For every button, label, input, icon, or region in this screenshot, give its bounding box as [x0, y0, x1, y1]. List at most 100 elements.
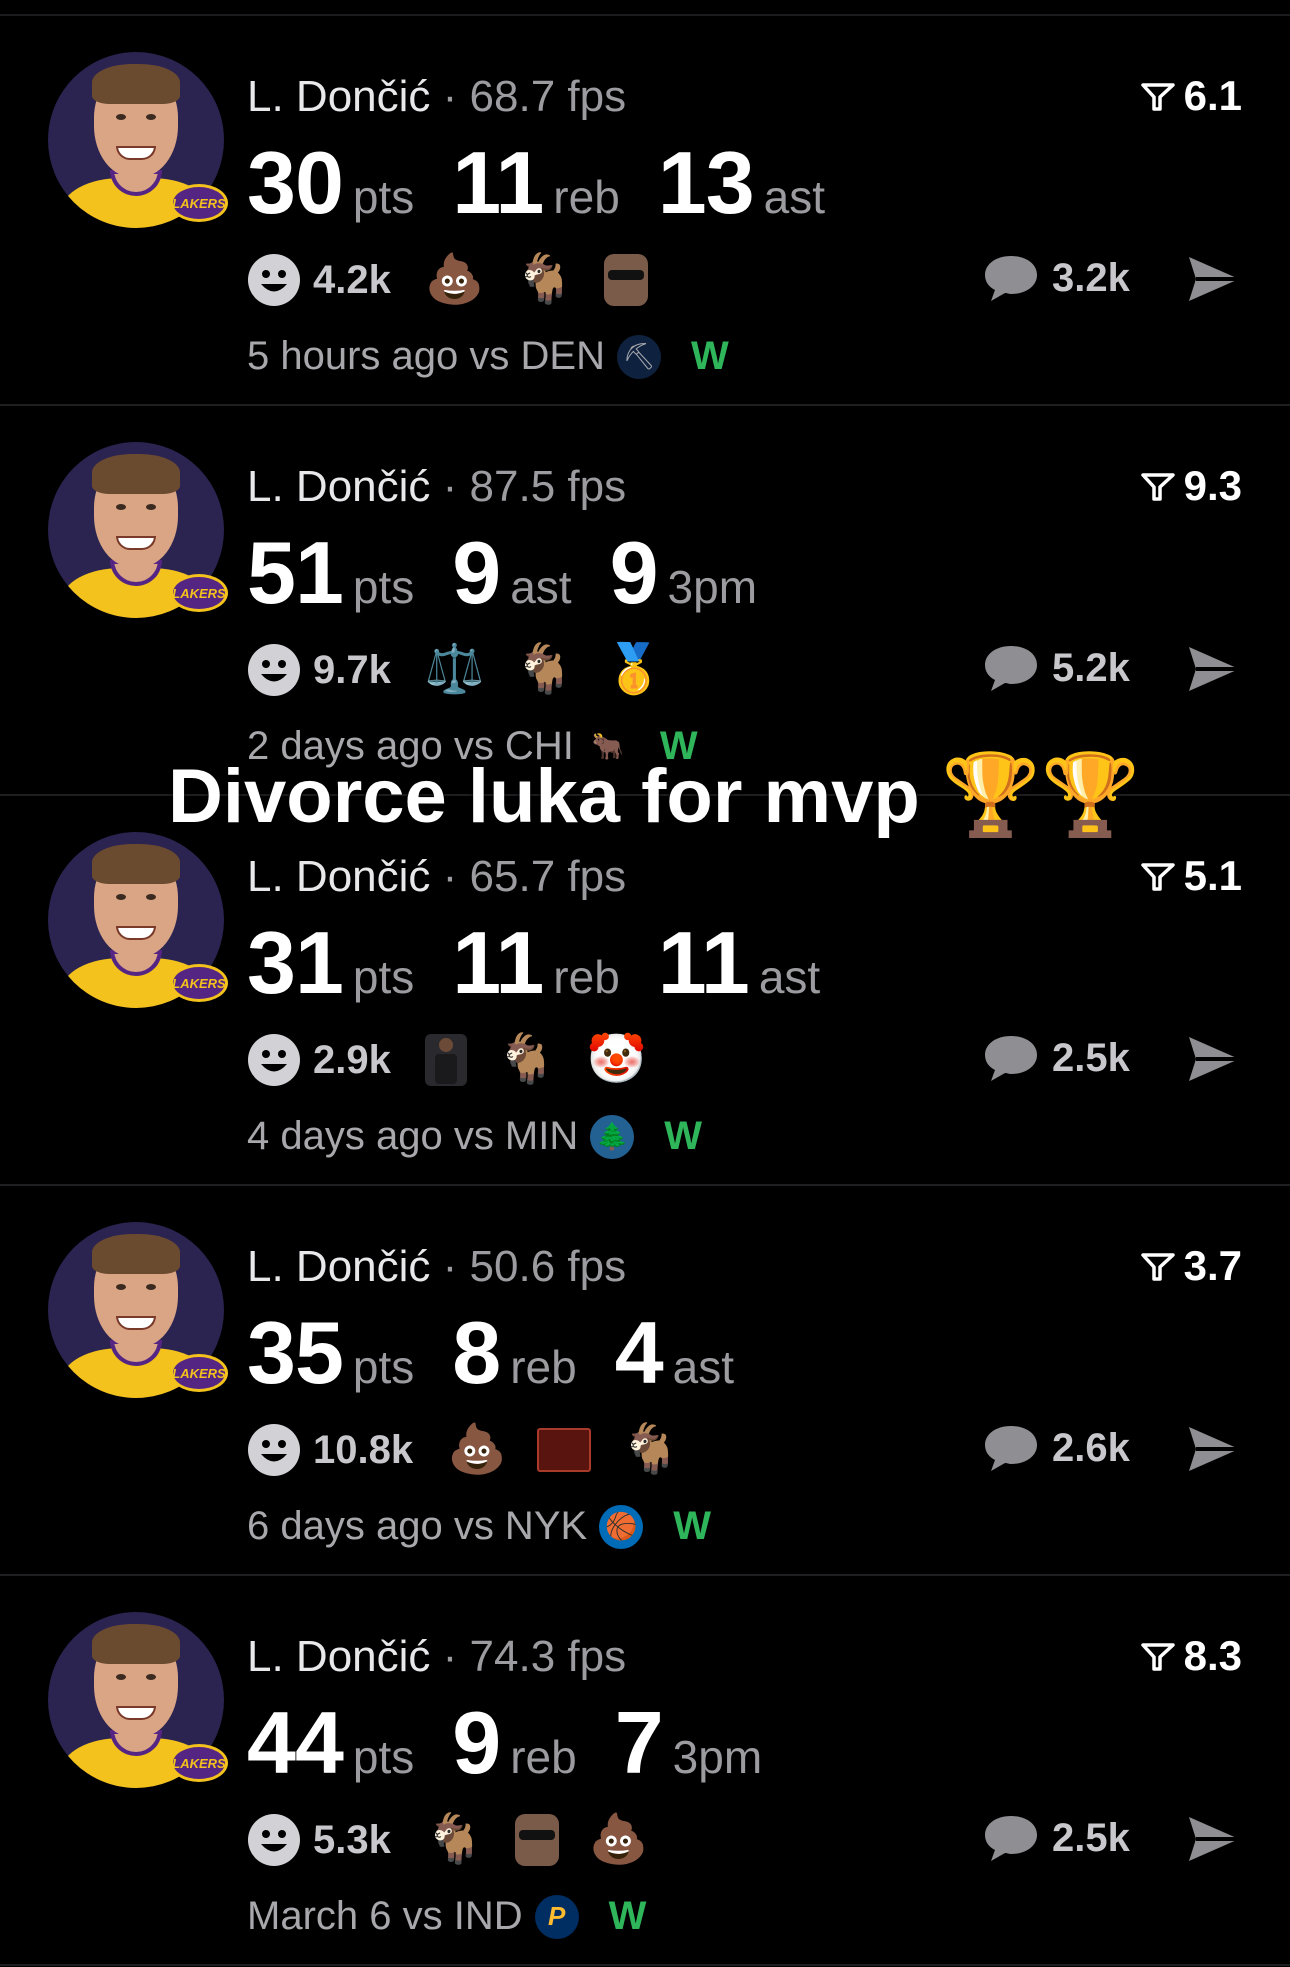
score-value: 8.3 — [1183, 1632, 1242, 1679]
stat-line: 51 pts 9 ast 9 3pm — [247, 522, 795, 624]
caption-text: Divorce luka for mvp — [168, 754, 920, 839]
stat-unit: pts — [352, 1731, 415, 1783]
reaction-emoji-icon[interactable]: 🐐 — [497, 1036, 557, 1084]
game-info[interactable]: March 6 vs IND P W — [247, 1894, 646, 1939]
reaction-emoji-icon[interactable]: 🐐 — [621, 1426, 681, 1474]
comment-count: 2.5k — [1052, 1035, 1130, 1080]
share-icon[interactable] — [1186, 254, 1242, 304]
share-icon[interactable] — [1186, 1424, 1242, 1474]
comment-bubble-icon — [985, 1816, 1037, 1861]
comments-button[interactable]: 5.2k — [982, 642, 1130, 694]
feed-card-4[interactable]: LAKERS L. Dončić · 50.6 fps 3.7 35 pts 8 re… — [0, 1186, 1290, 1576]
stat-value: 35 — [247, 1303, 344, 1402]
reaction-emoji-icon[interactable]: 🐐 — [515, 256, 575, 304]
feed-card-3[interactable]: LAKERS L. Dončić · 65.7 fps 5.1 31 pts 11 r… — [0, 796, 1290, 1186]
stat-value: 9 — [452, 1693, 501, 1792]
post-title[interactable]: L. Dončić · 65.7 fps — [247, 852, 626, 902]
poster-sticker-icon[interactable] — [536, 1428, 591, 1472]
stat-unit: ast — [758, 951, 821, 1003]
feed-card-2[interactable]: LAKERS L. Dončić · 87.5 fps 9.3 51 pts 9 as… — [0, 406, 1290, 796]
reaction-emoji-icon[interactable]: 💩 — [589, 1816, 649, 1864]
player-name[interactable]: L. Dončić — [247, 72, 430, 121]
reaction-emoji-icon[interactable]: 🥇 — [604, 646, 664, 694]
game-info[interactable]: 5 hours ago vs DEN ⛏ W — [247, 334, 729, 379]
post-title[interactable]: L. Dončić · 68.7 fps — [247, 72, 626, 122]
reaction-count[interactable]: 10.8k — [313, 1428, 413, 1473]
smiley-icon[interactable] — [247, 1423, 301, 1477]
stat-value: 51 — [247, 523, 344, 622]
stat-unit: pts — [352, 1341, 415, 1393]
stat-unit: ast — [763, 171, 826, 223]
team-badge: LAKERS — [170, 964, 228, 1002]
comments-button[interactable]: 2.6k — [982, 1422, 1130, 1474]
comments-button[interactable]: 2.5k — [982, 1032, 1130, 1084]
score-value: 6.1 — [1183, 72, 1242, 119]
stat-unit: pts — [352, 561, 415, 613]
game-info[interactable]: 4 days ago vs MIN 🌲 W — [247, 1114, 702, 1159]
comments-button[interactable]: 3.2k — [982, 252, 1130, 304]
stat-unit: 3pm — [672, 1731, 763, 1783]
score-display: 9.3 — [1140, 462, 1242, 510]
fps-value: 74.3 fps — [469, 1632, 627, 1681]
reaction-emojis[interactable]: 💩 🐐 — [447, 1426, 711, 1474]
feed-card-5[interactable]: LAKERS L. Dončić · 74.3 fps 8.3 44 pts 9 re… — [0, 1576, 1290, 1966]
reactions-row: 2.9k 🐐 🤡 — [247, 1030, 676, 1090]
player-name[interactable]: L. Dončić — [247, 462, 430, 511]
player-name[interactable]: L. Dončić — [247, 852, 430, 901]
post-title[interactable]: L. Dončić · 74.3 fps — [247, 1632, 626, 1682]
reaction-emoji-icon[interactable]: 💩 — [447, 1426, 507, 1474]
reaction-emojis[interactable]: 💩 🐐 — [425, 254, 679, 306]
comment-count: 3.2k — [1052, 255, 1130, 300]
stat-value: 8 — [452, 1303, 501, 1402]
share-icon[interactable] — [1186, 1814, 1242, 1864]
fps-value: 87.5 fps — [469, 462, 627, 511]
post-title[interactable]: L. Dončić · 87.5 fps — [247, 462, 626, 512]
smiley-icon[interactable] — [247, 1033, 301, 1087]
filter-icon — [1140, 473, 1175, 501]
game-result: W — [664, 1114, 703, 1158]
sunglasses-face-sticker-icon[interactable] — [604, 254, 649, 306]
stat-value: 11 — [452, 913, 544, 1012]
player-name[interactable]: L. Dončić — [247, 1242, 430, 1291]
filter-icon — [1140, 863, 1175, 891]
game-info[interactable]: 6 days ago vs NYK 🏀 W — [247, 1504, 711, 1549]
comment-bubble-icon — [985, 1426, 1037, 1471]
reaction-count[interactable]: 2.9k — [313, 1038, 391, 1083]
share-icon[interactable] — [1186, 1034, 1242, 1084]
team-badge: LAKERS — [170, 574, 228, 612]
share-icon[interactable] — [1186, 644, 1242, 694]
feed-card-1[interactable]: LAKERS L. Dončić · 68.7 fps 6.1 30 pts 11 r… — [0, 16, 1290, 406]
reaction-emojis[interactable]: 🐐 🤡 — [424, 1034, 677, 1086]
reactions-row: 4.2k 💩 🐐 — [247, 250, 678, 310]
reaction-emoji-icon[interactable]: 🤡 — [587, 1036, 647, 1084]
reaction-emojis[interactable]: 🐐 💩 — [425, 1814, 679, 1866]
reaction-emojis[interactable]: ⚖️ 🐐 🥇 — [425, 646, 694, 694]
player-sticker-icon[interactable] — [424, 1034, 467, 1086]
smiley-icon[interactable] — [247, 643, 301, 697]
smiley-icon[interactable] — [247, 1813, 301, 1867]
player-name[interactable]: L. Dončić — [247, 1632, 430, 1681]
comment-count: 5.2k — [1052, 645, 1130, 690]
sunglasses-face-sticker-icon[interactable] — [514, 1814, 559, 1866]
reaction-count[interactable]: 4.2k — [313, 258, 391, 303]
stat-value: 44 — [247, 1693, 344, 1792]
top-divider — [0, 0, 1290, 16]
reaction-emoji-icon[interactable]: 💩 — [425, 256, 485, 304]
comments-button[interactable]: 2.5k — [982, 1812, 1130, 1864]
opponent-logo-icon: 🌲 — [590, 1114, 635, 1159]
smiley-icon[interactable] — [247, 253, 301, 307]
post-title[interactable]: L. Dončić · 50.6 fps — [247, 1242, 626, 1292]
reaction-emoji-icon[interactable]: ⚖️ — [425, 646, 485, 694]
stat-line: 35 pts 8 reb 4 ast — [247, 1302, 772, 1404]
comment-bubble-icon — [985, 256, 1037, 301]
stat-value: 4 — [614, 1303, 664, 1402]
score-display: 6.1 — [1140, 72, 1242, 120]
stat-unit: pts — [352, 171, 415, 223]
reaction-count[interactable]: 5.3k — [313, 1818, 391, 1863]
reaction-emoji-icon[interactable]: 🐐 — [515, 646, 575, 694]
score-value: 9.3 — [1183, 462, 1242, 509]
reaction-count[interactable]: 9.7k — [313, 648, 391, 693]
reaction-emoji-icon[interactable]: 🐐 — [425, 1816, 485, 1864]
title-separator: · — [430, 1632, 470, 1681]
stat-unit: pts — [352, 951, 415, 1003]
